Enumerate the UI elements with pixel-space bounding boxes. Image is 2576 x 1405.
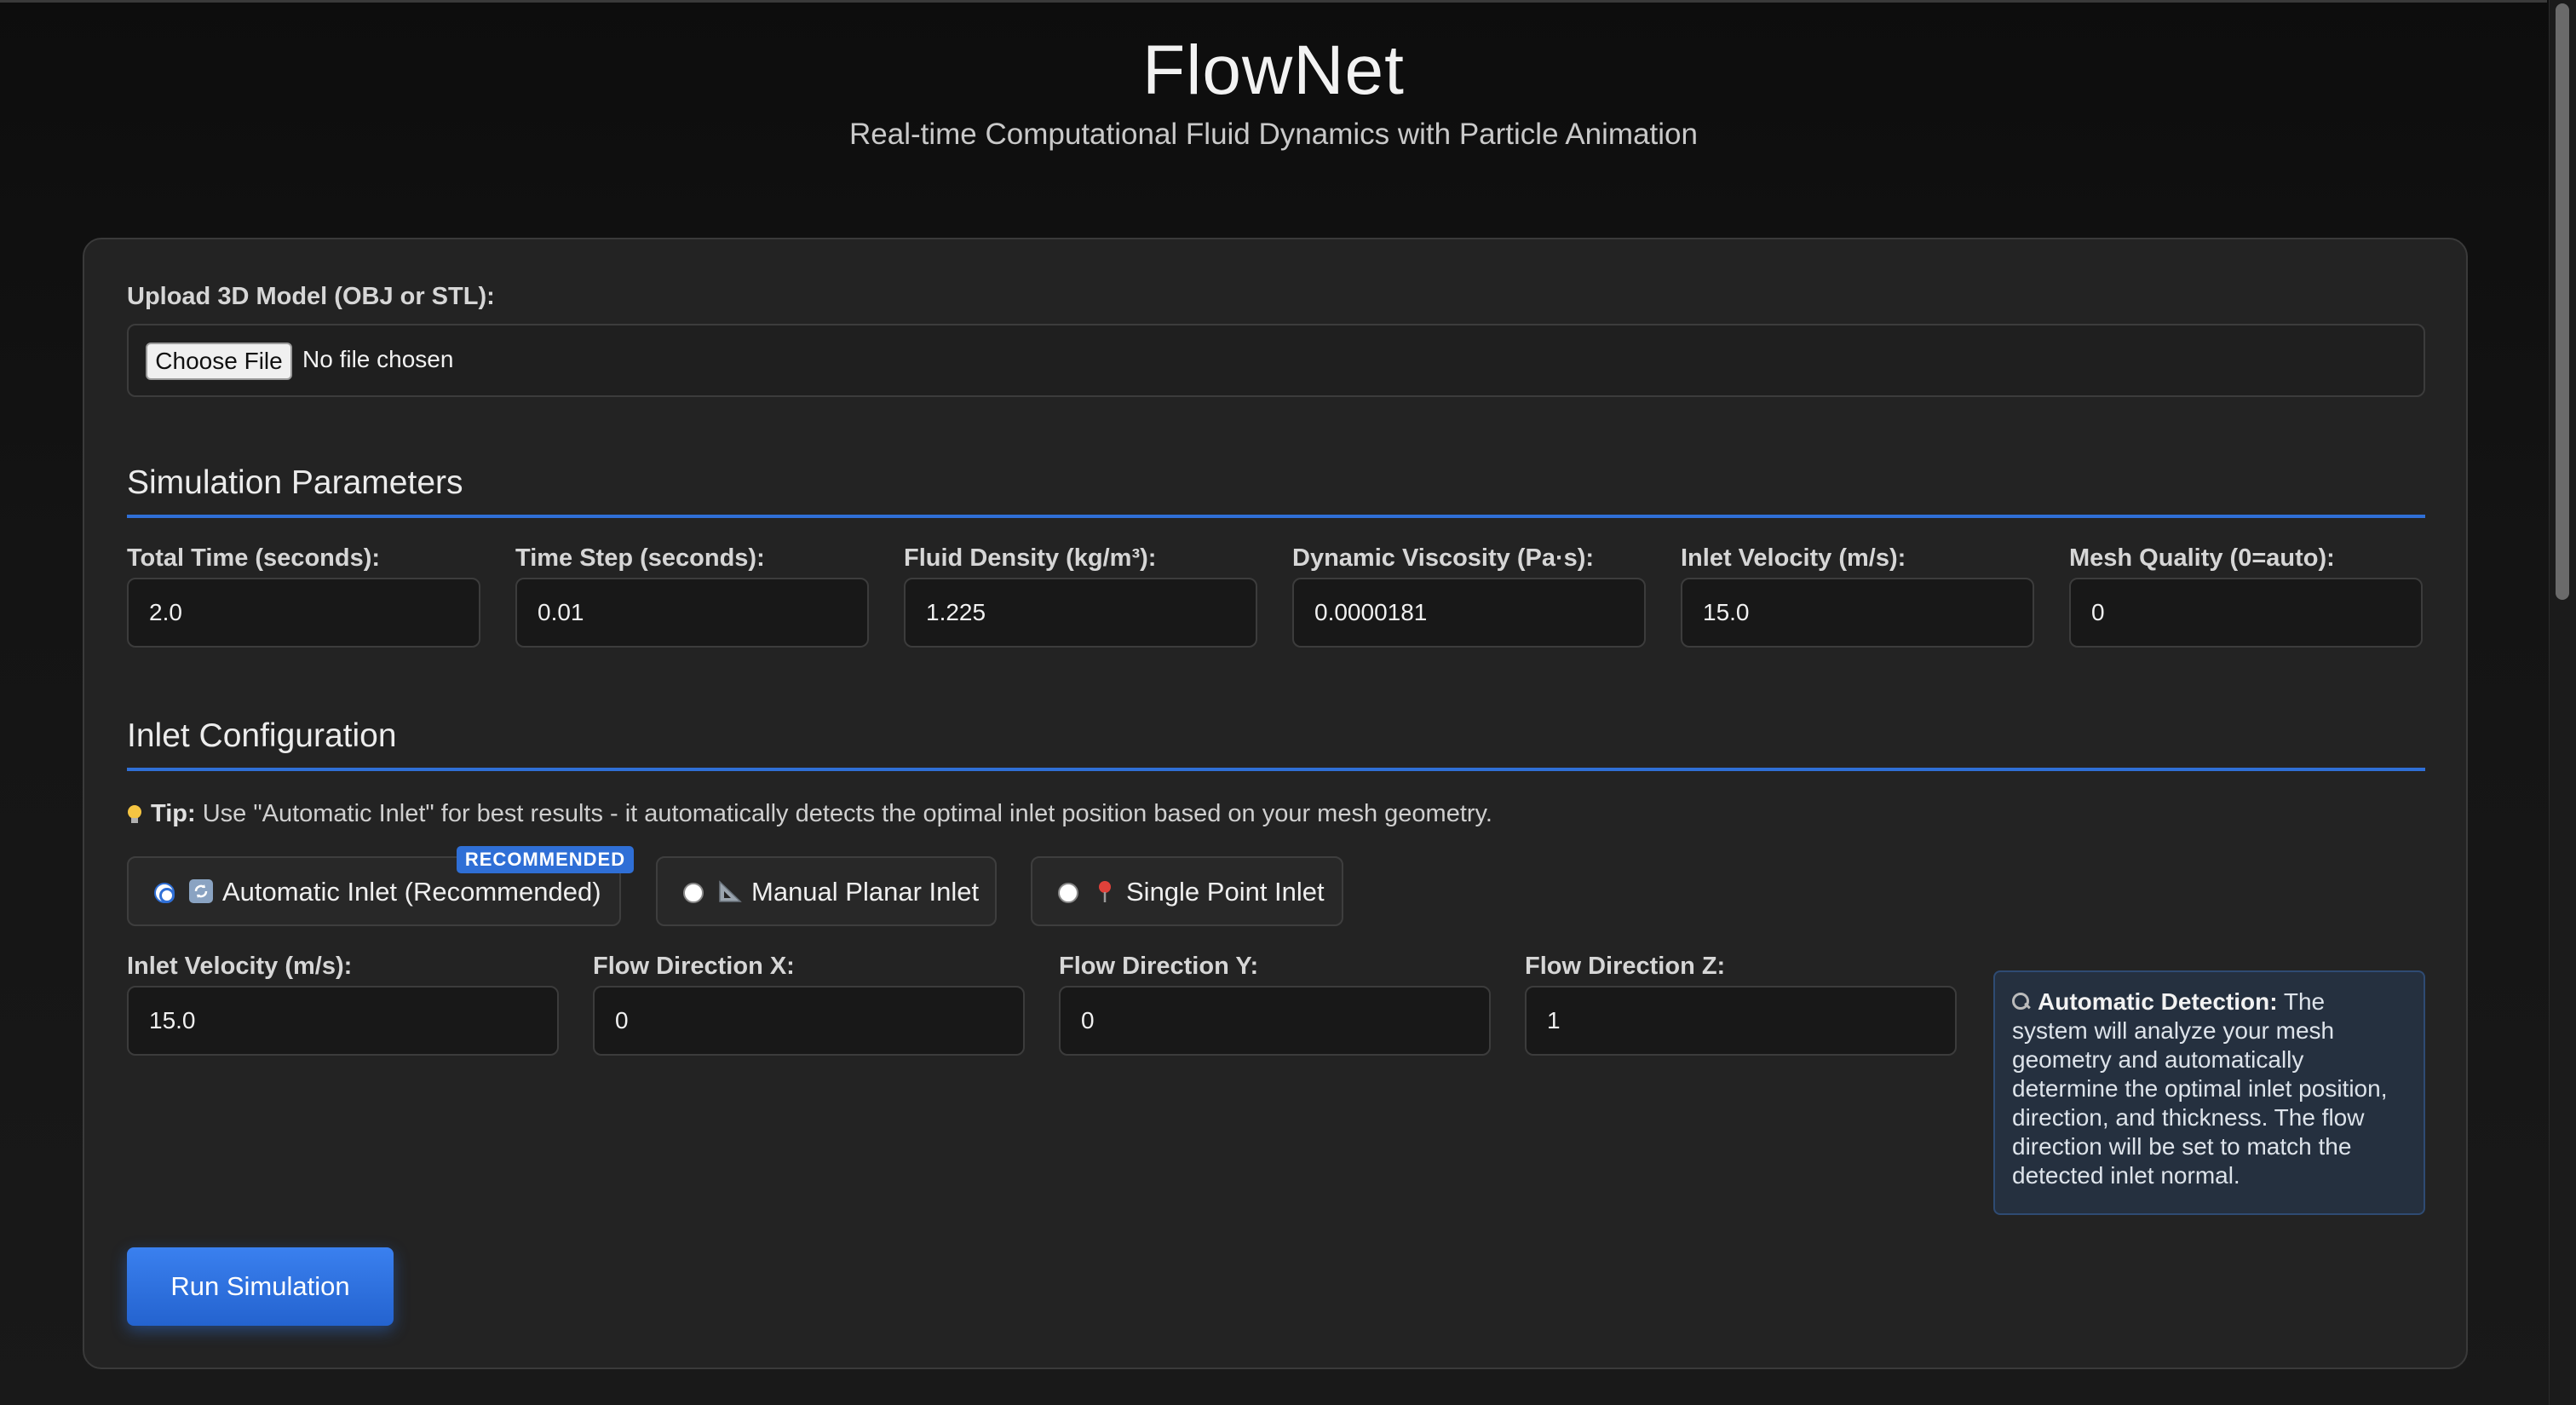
app-subtitle: Real-time Computational Fluid Dynamics w…	[849, 118, 1698, 151]
radio-button-automatic[interactable]	[154, 883, 175, 903]
info-label: Automatic Detection:	[2038, 988, 2278, 1015]
option-label: Automatic Inlet (Recommended)	[222, 877, 601, 907]
param-label: Fluid Density (kg/m³):	[904, 544, 1157, 572]
section-divider	[127, 515, 2425, 518]
param-label: Total Time (seconds):	[127, 544, 381, 572]
run-simulation-button[interactable]: Run Simulation	[127, 1247, 394, 1326]
param-label: Time Step (seconds):	[515, 544, 765, 572]
tip-text: Tip: Use "Automatic Inlet" for best resu…	[127, 800, 1492, 828]
option-single-point-inlet[interactable]: Single Point Inlet	[1031, 856, 1343, 926]
flow-direction-x-input[interactable]: 0	[593, 986, 1025, 1056]
recommended-badge: RECOMMENDED	[457, 846, 634, 873]
param-label: Inlet Velocity (m/s):	[1681, 544, 1906, 572]
tip-label: Tip:	[151, 800, 196, 827]
param-label: Dynamic Viscosity (Pa·s):	[1292, 544, 1595, 572]
info-body: The system will analyze your mesh geomet…	[2012, 988, 2388, 1189]
field-label: Inlet Velocity (m/s):	[127, 953, 353, 980]
upload-label: Upload 3D Model (OBJ or STL):	[127, 283, 495, 310]
total-time-input[interactable]: 2.0	[127, 578, 480, 648]
file-status: No file chosen	[302, 346, 454, 372]
lightbulb-icon	[127, 805, 142, 824]
field-label: Flow Direction Z:	[1525, 953, 1726, 980]
pushpin-icon	[1092, 878, 1118, 904]
option-label: Single Point Inlet	[1126, 877, 1325, 907]
time-step-input[interactable]: 0.01	[515, 578, 869, 648]
field-label: Flow Direction Y:	[1059, 953, 1259, 980]
param-label: Mesh Quality (0=auto):	[2069, 544, 2335, 572]
radio-button-manual-planar[interactable]	[683, 883, 704, 903]
option-label: Manual Planar Inlet	[751, 877, 980, 907]
choose-file-button[interactable]: Choose File	[146, 343, 292, 380]
inlet-configuration-title: Inlet Configuration	[127, 717, 397, 754]
magnifier-icon	[2012, 993, 2031, 1011]
file-input[interactable]: Choose File No file chosen	[127, 324, 2425, 397]
scrollbar-thumb[interactable]	[2556, 3, 2569, 600]
fluid-density-input[interactable]: 1.225	[904, 578, 1257, 648]
simulation-parameters-title: Simulation Parameters	[127, 464, 463, 501]
inlet-velocity-field[interactable]: 15.0	[127, 986, 559, 1056]
refresh-icon	[188, 878, 214, 904]
field-label: Flow Direction X:	[593, 953, 795, 980]
triangle-ruler-icon	[717, 878, 743, 904]
tip-body: Use "Automatic Inlet" for best results -…	[202, 800, 1492, 827]
flow-direction-y-input[interactable]: 0	[1059, 986, 1491, 1056]
page: FlowNet Real-time Computational Fluid Dy…	[0, 0, 2576, 1405]
radio-button-single-point[interactable]	[1058, 883, 1078, 903]
inlet-velocity-input[interactable]: 15.0	[1681, 578, 2034, 648]
option-manual-planar-inlet[interactable]: Manual Planar Inlet	[656, 856, 997, 926]
app-title: FlowNet	[1142, 32, 1405, 109]
simulation-panel: Upload 3D Model (OBJ or STL): Choose Fil…	[83, 238, 2468, 1369]
automatic-detection-info: Automatic Detection: The system will ana…	[1993, 970, 2425, 1215]
mesh-quality-input[interactable]: 0	[2069, 578, 2423, 648]
section-divider	[127, 768, 2425, 771]
top-border	[0, 0, 2547, 3]
flow-direction-z-input[interactable]: 1	[1525, 986, 1957, 1056]
dynamic-viscosity-input[interactable]: 0.0000181	[1292, 578, 1646, 648]
